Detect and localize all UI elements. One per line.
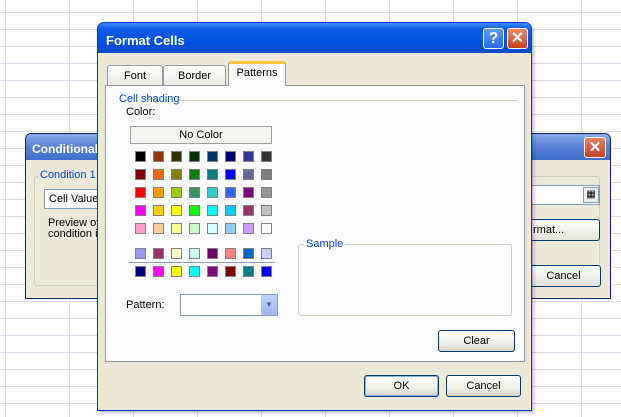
color-swatch[interactable] — [189, 169, 200, 180]
color-swatch[interactable] — [171, 169, 182, 180]
color-swatch[interactable] — [153, 205, 164, 216]
color-swatch[interactable] — [261, 151, 272, 162]
color-swatch[interactable] — [243, 248, 254, 259]
color-swatch[interactable] — [207, 205, 218, 216]
color-label: Color: — [126, 106, 156, 118]
color-swatch[interactable] — [225, 151, 236, 162]
color-swatch[interactable] — [171, 223, 182, 234]
color-swatch[interactable] — [189, 266, 200, 277]
color-swatch[interactable] — [189, 205, 200, 216]
color-swatch[interactable] — [207, 187, 218, 198]
color-swatch[interactable] — [261, 248, 272, 259]
no-color-button[interactable]: No Color — [130, 126, 272, 144]
color-swatch[interactable] — [261, 187, 272, 198]
conditional-cancel-button[interactable]: Cancel — [526, 265, 601, 287]
color-swatch[interactable] — [135, 266, 146, 277]
color-swatch[interactable] — [171, 248, 182, 259]
tab-border[interactable]: Border — [163, 65, 226, 85]
color-swatch[interactable] — [225, 223, 236, 234]
cancel-button[interactable]: Cancel — [446, 375, 521, 397]
chevron-down-icon[interactable]: ▼ — [261, 295, 277, 315]
tab-font[interactable]: Font — [107, 65, 163, 85]
ok-button[interactable]: OK — [364, 375, 439, 397]
color-swatch[interactable] — [135, 151, 146, 162]
color-swatch[interactable] — [225, 169, 236, 180]
conditional-close-button[interactable]: ✕ — [584, 137, 606, 158]
color-swatch[interactable] — [189, 151, 200, 162]
color-swatch[interactable] — [261, 169, 272, 180]
color-swatch[interactable] — [171, 187, 182, 198]
color-swatch[interactable] — [171, 266, 182, 277]
close-button[interactable]: ✕ — [507, 28, 528, 49]
cell-shading-label: Cell shading — [119, 93, 180, 105]
color-swatch[interactable] — [189, 187, 200, 198]
sample-box — [298, 244, 512, 316]
tab-patterns[interactable]: Patterns — [228, 61, 286, 86]
color-swatch[interactable] — [189, 248, 200, 259]
clear-button[interactable]: Clear — [438, 330, 515, 352]
shading-divider — [178, 100, 518, 101]
color-swatch[interactable] — [243, 151, 254, 162]
color-swatch[interactable] — [153, 169, 164, 180]
color-swatch[interactable] — [135, 205, 146, 216]
color-swatch[interactable] — [135, 223, 146, 234]
color-swatch[interactable] — [243, 205, 254, 216]
color-swatch[interactable] — [225, 248, 236, 259]
help-button[interactable]: ? — [483, 28, 504, 49]
color-swatch[interactable] — [153, 248, 164, 259]
color-swatch[interactable] — [207, 266, 218, 277]
color-swatch[interactable] — [225, 205, 236, 216]
color-swatch[interactable] — [171, 151, 182, 162]
color-swatch[interactable] — [207, 248, 218, 259]
color-swatch[interactable] — [189, 223, 200, 234]
color-swatch[interactable] — [153, 266, 164, 277]
pattern-label: Pattern: — [126, 299, 165, 311]
format-cells-dialog: Format Cells ? ✕ Font Border Patterns Ce… — [97, 22, 532, 411]
format-button[interactable]: rmat... — [530, 219, 600, 241]
sample-label: Sample — [304, 238, 346, 250]
color-swatch[interactable] — [243, 187, 254, 198]
color-swatch[interactable] — [225, 266, 236, 277]
color-swatch[interactable] — [153, 223, 164, 234]
color-swatch[interactable] — [225, 187, 236, 198]
color-swatch[interactable] — [135, 248, 146, 259]
color-swatch[interactable] — [243, 223, 254, 234]
color-swatch[interactable] — [207, 151, 218, 162]
color-swatch[interactable] — [207, 223, 218, 234]
format-cells-title: Format Cells — [98, 23, 531, 53]
range-picker-icon[interactable]: ▦ — [583, 187, 599, 203]
color-swatch[interactable] — [153, 187, 164, 198]
condition-label: Condition 1 — [38, 169, 98, 181]
color-swatch[interactable] — [135, 187, 146, 198]
color-swatch[interactable] — [261, 223, 272, 234]
color-swatch[interactable] — [135, 169, 146, 180]
color-swatch[interactable] — [153, 151, 164, 162]
color-swatch[interactable] — [171, 205, 182, 216]
color-swatch[interactable] — [207, 169, 218, 180]
palette-separator — [129, 262, 275, 264]
color-swatch[interactable] — [261, 266, 272, 277]
color-swatch[interactable] — [243, 169, 254, 180]
color-swatch[interactable] — [243, 266, 254, 277]
color-swatch[interactable] — [261, 205, 272, 216]
